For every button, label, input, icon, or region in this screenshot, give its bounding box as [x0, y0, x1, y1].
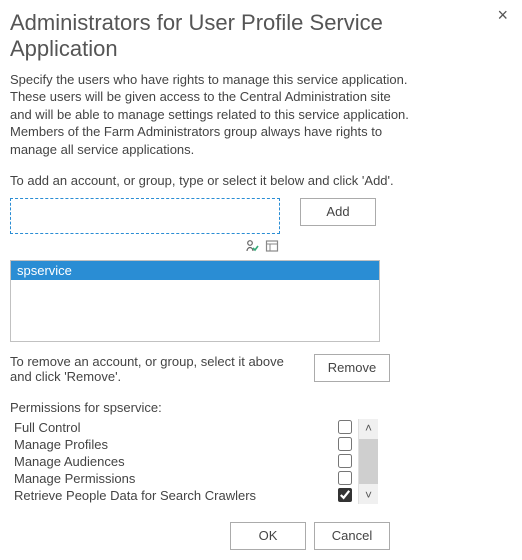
permissions-scrollbar[interactable]: ˄ ˅ [358, 419, 378, 504]
members-list[interactable]: spservice [10, 260, 380, 342]
permission-checkbox[interactable] [338, 471, 352, 485]
permission-row: Full Control [10, 419, 358, 436]
permission-row: Manage Profiles [10, 436, 358, 453]
people-picker-icons [10, 238, 280, 254]
add-button[interactable]: Add [300, 198, 376, 226]
browse-icon[interactable] [264, 238, 280, 254]
scroll-down-icon[interactable]: ˅ [365, 486, 372, 504]
permissions-list: Full Control Manage Profiles Manage Audi… [10, 419, 358, 504]
list-item[interactable]: spservice [11, 261, 379, 280]
permission-label: Retrieve People Data for Search Crawlers [14, 488, 256, 503]
permission-label: Manage Audiences [14, 454, 125, 469]
remove-instruction: To remove an account, or group, select i… [10, 354, 300, 384]
add-instruction: To add an account, or group, type or sel… [10, 173, 512, 188]
check-names-icon[interactable] [244, 238, 260, 254]
permission-checkbox[interactable] [338, 420, 352, 434]
scroll-track[interactable] [359, 439, 378, 484]
remove-button[interactable]: Remove [314, 354, 390, 382]
dialog-description: Specify the users who have rights to man… [10, 71, 410, 159]
scroll-up-icon[interactable]: ˄ [365, 419, 372, 437]
close-button[interactable]: × [493, 6, 512, 24]
account-input[interactable] [10, 198, 280, 234]
ok-button[interactable]: OK [230, 522, 306, 550]
permission-checkbox[interactable] [338, 437, 352, 451]
permission-label: Manage Permissions [14, 471, 135, 486]
permission-row: Manage Permissions [10, 470, 358, 487]
permission-checkbox[interactable] [338, 488, 352, 502]
cancel-button[interactable]: Cancel [314, 522, 390, 550]
permission-row: Manage Audiences [10, 453, 358, 470]
permission-label: Full Control [14, 420, 80, 435]
permission-checkbox[interactable] [338, 454, 352, 468]
permission-row: Retrieve People Data for Search Crawlers [10, 487, 358, 504]
permission-label: Manage Profiles [14, 437, 108, 452]
permissions-label: Permissions for spservice: [10, 400, 512, 415]
dialog-title: Administrators for User Profile Service … [10, 10, 493, 63]
